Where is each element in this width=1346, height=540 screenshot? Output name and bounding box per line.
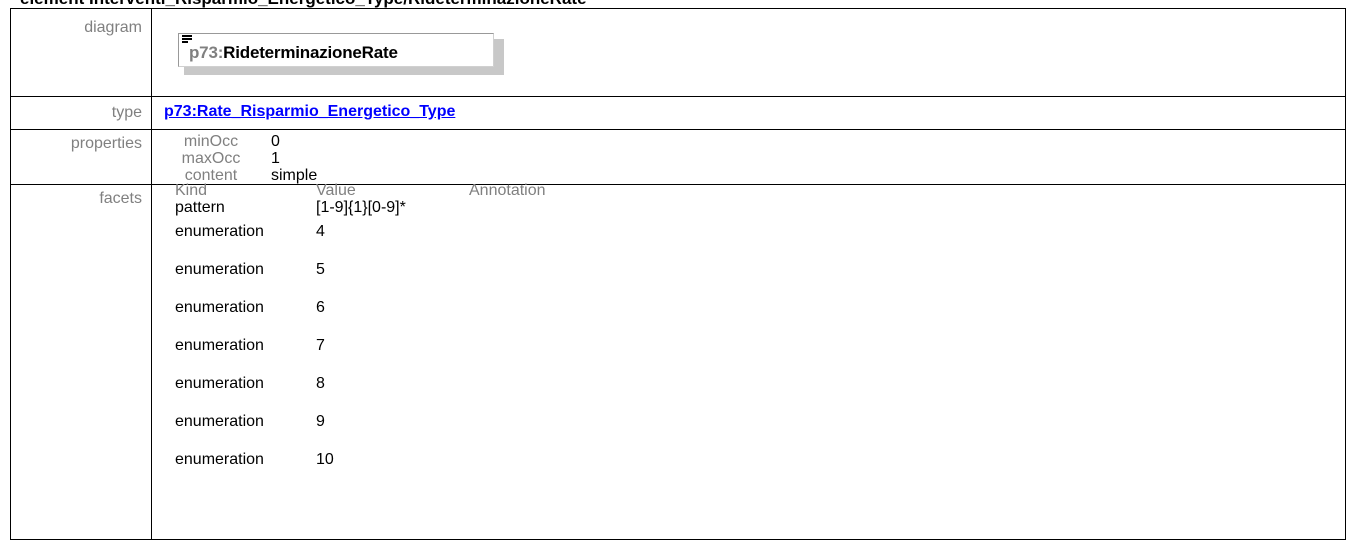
facets-row: facets Kind Value Annotation pattern [1-… <box>10 183 1346 540</box>
facet-row: enumeration 4 <box>175 223 1345 261</box>
diagram-prefix: p73: <box>189 43 224 62</box>
property-value: simple <box>271 167 318 184</box>
facet-value: 4 <box>316 223 325 240</box>
facet-row: enumeration 6 <box>175 299 1345 337</box>
diagram-name: RideterminazioneRate <box>223 43 398 62</box>
properties-row: properties minOcc 0 maxOcc 1 content sim… <box>10 129 1346 185</box>
property-value: 0 <box>271 133 280 150</box>
facets-header-value: Value <box>316 182 356 199</box>
diagram-cell: p73:RideterminazioneRate <box>151 8 1346 97</box>
facet-kind: pattern <box>175 199 225 216</box>
properties-label: properties <box>70 135 142 152</box>
diagram-row: diagram p73:RideterminazioneRate <box>10 8 1346 97</box>
facets-header: Kind Value Annotation <box>175 183 1345 199</box>
properties-cell: minOcc 0 maxOcc 1 content simple <box>151 129 1346 185</box>
facets-cell: Kind Value Annotation pattern [1-9]{1}[0… <box>151 183 1346 540</box>
facets-label-cell: facets <box>10 184 152 540</box>
facet-kind: enumeration <box>175 337 264 354</box>
property-key: content <box>184 167 238 184</box>
facet-kind: enumeration <box>175 375 264 392</box>
facet-row: enumeration 9 <box>175 413 1345 451</box>
schema-element-table: diagram p73:RideterminazioneRate type p7… <box>10 8 1346 540</box>
element-icon <box>182 35 192 43</box>
facet-kind: enumeration <box>175 299 264 316</box>
facet-row: enumeration 5 <box>175 261 1345 299</box>
diagram-label-cell: diagram <box>10 8 152 97</box>
facet-row: enumeration 8 <box>175 375 1345 413</box>
facets-label: facets <box>99 190 142 207</box>
diagram-label: diagram <box>84 19 142 36</box>
property-value: 1 <box>271 150 280 167</box>
facet-kind: enumeration <box>175 223 264 240</box>
diagram-element-box[interactable]: p73:RideterminazioneRate <box>178 33 494 67</box>
facet-row: enumeration 10 <box>175 451 1345 489</box>
facet-value: 8 <box>316 375 325 392</box>
facet-value: 7 <box>316 337 325 354</box>
diagram-wrap: p73:RideterminazioneRate <box>152 9 1345 96</box>
property-key: maxOcc <box>181 150 241 167</box>
facet-value: 5 <box>316 261 325 278</box>
facets-header-annotation: Annotation <box>469 182 546 199</box>
diagram-element-label: p73:RideterminazioneRate <box>189 43 398 63</box>
facet-kind: enumeration <box>175 413 264 430</box>
facet-value: [1-9]{1}[0-9]* <box>316 199 406 216</box>
facets-header-kind: Kind <box>175 182 208 199</box>
property-key: minOcc <box>183 133 239 150</box>
type-label: type <box>111 104 142 121</box>
type-link[interactable]: p73:Rate_Risparmio_Energetico_Type <box>164 103 455 121</box>
facet-kind: enumeration <box>175 261 264 278</box>
facet-kind: enumeration <box>175 451 264 468</box>
type-label-cell: type <box>10 96 152 130</box>
properties-label-cell: properties <box>10 129 152 185</box>
facet-row: pattern [1-9]{1}[0-9]* <box>175 199 1345 223</box>
properties-grid: minOcc 0 maxOcc 1 content simple <box>174 133 1345 184</box>
type-row: type p73:Rate_Risparmio_Energetico_Type <box>10 96 1346 130</box>
facet-value: 6 <box>316 299 325 316</box>
type-cell: p73:Rate_Risparmio_Energetico_Type <box>151 96 1346 130</box>
facet-value: 10 <box>316 451 334 468</box>
facet-row: enumeration 7 <box>175 337 1345 375</box>
facet-value: 9 <box>316 413 325 430</box>
